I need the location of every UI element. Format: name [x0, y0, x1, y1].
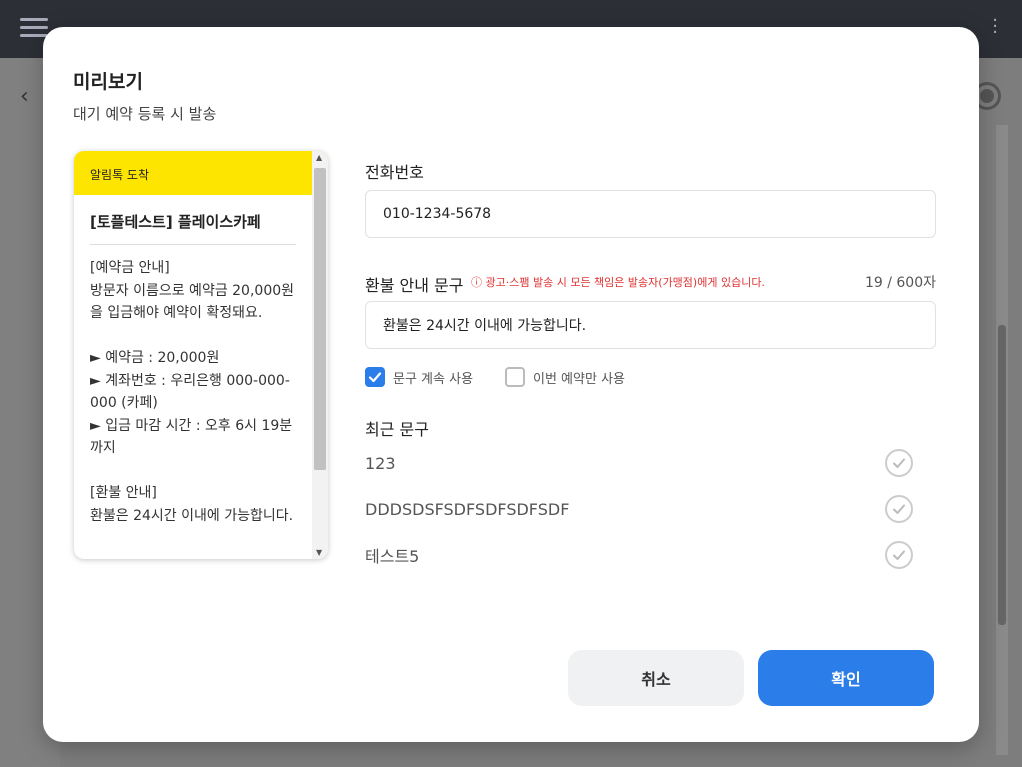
modal-title: 미리보기 — [73, 71, 143, 93]
char-counter: 19 / 600자 — [864, 275, 936, 291]
more-icon: · · · — [992, 10, 998, 43]
refund-label: 환불 안내 문구 — [365, 276, 464, 295]
back-icon: ‹ — [20, 84, 29, 109]
preview-scrollbar[interactable]: ▲ ▼ — [312, 151, 328, 559]
select-check-icon[interactable] — [885, 495, 913, 523]
preview-business-name: [토플테스트] 플레이스카페 — [90, 211, 296, 245]
preview-modal: 미리보기 대기 예약 등록 시 발송 알림톡 도착 [토플테스트] 플레이스카페… — [43, 27, 979, 742]
recent-phrase-text: DDDSDSFSDFSDFSDFSDF — [365, 499, 570, 519]
recent-phrase-text: 테스트5 — [365, 547, 420, 566]
preview-header: 알림톡 도착 — [74, 151, 328, 195]
message-preview-card: 알림톡 도착 [토플테스트] 플레이스카페 [예약금 안내] 방문자 이름으로 … — [74, 151, 328, 559]
phone-label: 전화번호 — [365, 163, 424, 182]
this-booking-only-label: 이번 예약만 사용 — [533, 371, 625, 387]
phone-input[interactable]: 010-1234-5678 — [365, 190, 936, 238]
scroll-down-icon[interactable]: ▼ — [316, 548, 322, 557]
recent-phrase-item[interactable]: DDDSDSFSDFSDFSDFSDF — [365, 492, 913, 526]
checkbox-checked-icon[interactable] — [365, 367, 385, 387]
refund-input[interactable]: 환불은 24시간 이내에 가능합니다. — [365, 301, 936, 349]
preview-body: [토플테스트] 플레이스카페 [예약금 안내] 방문자 이름으로 예약금 20,… — [74, 195, 312, 543]
recent-phrase-item[interactable]: 테스트5 — [365, 538, 913, 572]
checkbox-unchecked-icon[interactable] — [505, 367, 525, 387]
recent-phrase-item[interactable]: 123 — [365, 446, 913, 480]
select-check-icon[interactable] — [885, 449, 913, 477]
gear-icon — [976, 85, 998, 107]
keep-phrase-label: 문구 계속 사용 — [393, 371, 474, 387]
recent-phrase-text: 123 — [365, 453, 396, 473]
modal-subtitle: 대기 예약 등록 시 발송 — [73, 105, 217, 123]
keep-phrase-checkbox[interactable]: 문구 계속 사용 — [365, 367, 473, 387]
recent-phrases-title: 최근 문구 — [365, 420, 429, 439]
confirm-button[interactable]: 확인 — [758, 650, 934, 706]
preview-message: [예약금 안내] 방문자 이름으로 예약금 20,000원을 입금해야 예약이 … — [90, 260, 295, 524]
scroll-up-icon[interactable]: ▲ — [316, 153, 322, 162]
spam-warning: ⓘ 광고·스팸 발송 시 모든 책임은 발송자(가맹점)에게 있습니다. — [471, 276, 765, 289]
background-scrollbar-thumb — [998, 325, 1006, 625]
preview-scrollbar-thumb[interactable] — [314, 168, 326, 470]
menu-icon — [20, 18, 48, 38]
cancel-button[interactable]: 취소 — [568, 650, 744, 706]
this-booking-only-checkbox[interactable]: 이번 예약만 사용 — [505, 367, 625, 387]
select-check-icon[interactable] — [885, 541, 913, 569]
